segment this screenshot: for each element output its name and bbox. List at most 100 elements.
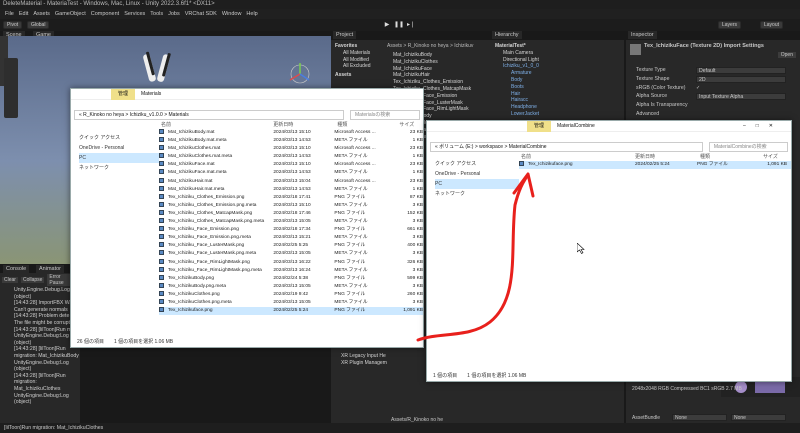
explorer1-file-row[interactable]: Mat_IchizikuBody.mat.meta 2024/03/13 14:5… [159,137,423,145]
project-package-item[interactable]: XR Plugin Managem [333,360,387,367]
explorer1-nav-item[interactable]: クイック アクセス [79,133,159,143]
explorer1-file-row[interactable]: Mat_IchizikuClothes.mat 2024/03/13 15:10 M… [159,145,423,153]
console-button-0[interactable]: Clear [2,277,18,283]
menu-item-1[interactable]: Edit [19,9,28,19]
console-log-line[interactable]: UnityEngine.Debug:Log (object) [0,393,80,406]
menu-item-8[interactable]: VRChat SDK [185,9,217,19]
explorer1-file-row[interactable]: Tex_Ichiziku_Face_RimLightMask.png 2024/0… [159,258,423,267]
explorer1-file-row[interactable]: Tex_IchizikuBody.png 2024/02/24 5:38 PNG フ… [159,274,423,283]
menu-item-4[interactable]: Component [91,9,119,19]
menu-item-0[interactable]: File [5,9,14,19]
project-package-item[interactable]: XR Legacy Input He [333,353,387,360]
explorer1-file-row[interactable]: Mat_IchizikuClothes.mat.meta 2024/03/13 1… [159,153,423,161]
explorer1-nav-item[interactable]: ネットワーク [79,163,159,173]
console-log-line[interactable]: UnityEngine.Debug:Log (object) [0,333,80,346]
explorer1-file-row[interactable]: Tex_Ichiziku_Clothes_MatcapMask.png 2024/… [159,209,423,218]
explorer1-file-row[interactable]: Tex_IchizikuClothes.png.meta 2024/03/13 1… [159,298,423,307]
hierarchy-item[interactable]: Directional Light [495,57,620,64]
explorer1-file-row[interactable]: Tex_Ichiziku_Clothes_Emission.png 2024/02… [159,193,423,202]
step-button[interactable]: ▸❘ [406,21,416,29]
explorer1-file-row[interactable]: Tex_IchizikuBody.png.meta 2024/03/13 15:0… [159,282,423,291]
hierarchy-item[interactable]: Hair [495,91,620,98]
layout-dropdown[interactable]: Layout [760,21,784,29]
pivot-toggle[interactable]: Pivot [3,21,23,29]
console-log-line[interactable]: [14:43:28] Problem dete [0,313,80,320]
project-file-item[interactable]: Mat_IchizikuFace [393,66,471,73]
console-log-line[interactable]: UnityEngine.Debug:Log (object) [0,360,80,373]
hierarchy-item[interactable]: Body [495,77,620,84]
window-controls[interactable]: –□✕ [743,123,783,129]
console-log-line[interactable]: [14:43:28] [lilToon]Run m [0,327,80,334]
open-button[interactable]: Open [777,52,796,58]
console-button-1[interactable]: Collapse [20,277,45,283]
tab-project[interactable]: Project [333,31,357,39]
project-file-item[interactable]: Mat_IchizikuHair [393,72,471,79]
tab-hierarchy[interactable]: Hierarchy [492,31,522,39]
project-file-item[interactable]: Mat_IchizikuClothes [393,59,471,66]
explorer2-manage-tab[interactable]: 管理 [527,120,552,132]
hierarchy-item[interactable]: Armature [495,70,620,77]
menu-item-9[interactable]: Window [222,9,242,19]
project-file-item[interactable]: Tex_Ichiziku_Clothes_Emission [393,79,471,86]
explorer1-file-row[interactable]: Tex_Ichiziku_Face_LusterMask.png.meta 202… [159,250,423,258]
console-log-line[interactable]: Unity.Engine.Debug.Log (object) [0,287,80,300]
explorer1-file-row[interactable]: Tex_Ichiziku_Face_Emission.png 2024/02/18… [159,226,423,234]
assetbundle-dropdown[interactable]: None [672,414,727,421]
console-log-line[interactable]: The file might be corrupt [0,320,80,327]
console-log-line[interactable]: [14:43:28] [lilToon]Run migration: Mat_I… [0,346,80,359]
explorer2-search[interactable]: MaterialCombineの検索 [708,142,788,152]
explorer1-column-header[interactable]: 更新日時 [267,121,331,129]
menu-item-6[interactable]: Tools [150,9,163,19]
explorer2-nav-item[interactable]: OneDrive - Personal [435,169,519,179]
menu-item-10[interactable]: Help [246,9,257,19]
menu-item-3[interactable]: GameObject [55,9,86,19]
pause-button[interactable]: ❚❚ [394,21,404,29]
global-toggle[interactable]: Global [27,21,50,29]
hierarchy-item[interactable]: Boots [495,84,620,91]
tab-console[interactable]: Console [3,265,30,273]
explorer1-file-row[interactable]: Mat_IchizikuFace.mat 2024/03/13 15:10 Micr… [159,161,423,169]
menu-item-5[interactable]: Services [124,9,145,19]
explorer1-column-header[interactable]: 種類 [331,121,393,129]
console-log-line[interactable]: Can't generate normals [0,307,80,314]
console-log-line[interactable]: [14:43:28] ImportFBX Warn [0,300,80,307]
variant-dropdown[interactable]: None [731,414,786,421]
explorer1-file-row[interactable]: Tex_IchizikuClothes.png 2024/02/19 9:42 PN… [159,290,423,299]
explorer2-nav-item[interactable]: ネットワーク [435,189,519,199]
explorer1-file-row[interactable]: Mat_IchizikuBody.mat 2024/03/13 15:10 Micr… [159,129,423,137]
hierarchy-item[interactable]: Hairacc [495,97,620,104]
inspector-field-value[interactable]: 2D [696,75,786,83]
explorer2-nav-item[interactable]: クイック アクセス [435,159,519,169]
menu-item-7[interactable]: Jobs [168,9,180,19]
explorer2-column-header[interactable]: 更新日時 [629,153,694,161]
hierarchy-root[interactable]: MaterialTest* [495,43,620,50]
tab-animator[interactable]: Animator [36,265,65,273]
hierarchy-item[interactable]: LowerJacket [495,111,620,118]
explorer1-nav-item[interactable]: PC [79,153,159,163]
explorer1-file-row[interactable]: Tex_Ichiziku_Clothes_MatcapMask.png.meta… [159,218,423,226]
explorer1-file-row[interactable]: Tex_Ichiziku_Face_Emission.png.meta 2024/… [159,234,423,242]
inspector-field-value[interactable]: Input Texture Alpha [696,93,786,101]
explorer1-file-row[interactable]: Tex_Ichiziku_Face_RimLightMask.png.meta 2… [159,266,423,275]
explorer1-file-row[interactable]: Tex_Ichiziku_Face_LusterMask.png 2024/02/… [159,242,423,250]
tab-inspector[interactable]: Inspector [628,31,657,39]
hierarchy-item[interactable]: Ichiziku_v1_0_0 [495,63,620,70]
explorer1-file-row[interactable]: Tex_Ichiziku_Clothes_Emission.png.meta 20… [159,201,423,210]
hierarchy-item[interactable]: Headphone [495,104,620,111]
explorer2-file-row[interactable]: Tex_Ichizikuface.png 2024/02/25 5:24 PNG フ… [519,161,791,170]
explorer1-column-header[interactable]: 名前 [159,121,267,129]
explorer1-search[interactable]: Materialsの検索 [350,110,420,120]
play-button[interactable]: ▶ [382,21,392,29]
layers-dropdown[interactable]: Layers [718,21,742,29]
explorer2-nav-item[interactable]: PC [435,179,519,189]
explorer1-address[interactable]: « R_Kinoko no heya > Ichiziku_v1.0.0 > M… [74,110,344,120]
explorer1-file-row[interactable]: Tex_Ichizikuface.png 2024/02/25 5:24 PNG フ… [159,307,423,316]
explorer2-column-header[interactable]: 名前 [519,153,629,161]
menu-item-2[interactable]: Assets [33,9,50,19]
explorer2-address[interactable]: « ボリューム (E:) > workspace > MaterialCombi… [430,142,703,152]
explorer2-column-header[interactable]: サイズ [757,153,787,161]
explorer1-file-row[interactable]: Mat_IchizikuFace.mat.meta 2024/03/13 14:5… [159,169,423,177]
explorer2-column-header[interactable]: 種類 [694,153,757,161]
explorer1-nav-item[interactable]: OneDrive - Personal [79,143,159,153]
inspector-field-value[interactable]: Default [696,66,786,74]
